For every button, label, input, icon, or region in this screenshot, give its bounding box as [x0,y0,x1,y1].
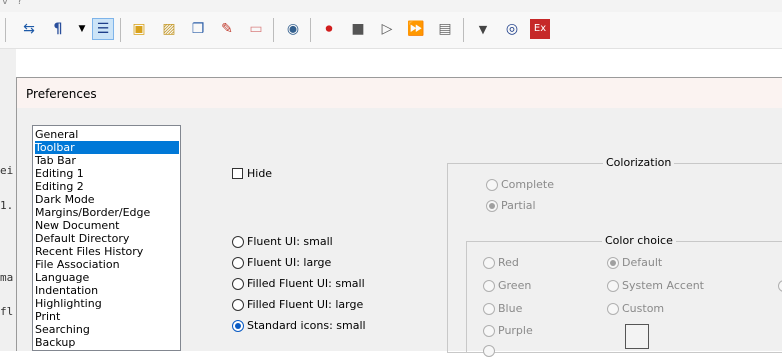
menu-fragment-1: v [2,0,8,7]
category-item[interactable]: Backup [35,336,179,349]
toolbar-separator [120,18,121,42]
category-item[interactable]: Print [35,310,179,323]
menu-fragment-2: ? [17,0,23,7]
color-radio-purple[interactable] [483,325,495,337]
chevron-down-icon[interactable]: ▼ [472,18,494,40]
custom-color-swatch[interactable] [625,324,649,349]
open-folder-icon[interactable]: ▣ [128,18,150,40]
colorization-option-label: Complete [501,178,555,191]
editor-line: 1. [0,199,14,212]
menu-strip: v ? [0,0,782,12]
image-icon[interactable]: ▨ [158,18,180,40]
color-radio-system-accent[interactable] [607,280,619,292]
icon-radio-filled-large[interactable] [232,299,244,311]
icon-option-label: Standard icons: small [247,319,366,332]
colorization-label: Colorization [603,156,675,169]
category-item[interactable]: Searching [35,323,179,336]
editor-line: fl [0,305,14,318]
pilcrow-icon[interactable]: ¶ [47,18,69,40]
toolbar-separator [463,18,464,42]
icon-option-label: Filled Fluent UI: small [247,277,365,290]
save-macro-icon[interactable]: ▤ [434,18,456,40]
category-item[interactable]: Tab Bar [35,154,179,167]
category-item[interactable]: Language [35,271,179,284]
color-option-label: Blue [498,302,523,315]
wrap-icon[interactable]: ⇆ [18,18,40,40]
color-radio-blue[interactable] [483,303,495,315]
icon-radio-fluent-small[interactable] [232,236,244,248]
main-toolbar: ⇆ ¶ ▼ ☰ ▣ ▨ ❐ ✎ ▭ ◉ ⏺ ■ ▷ ⏩ ▤ ▼ ◎ Ex [0,12,782,49]
category-item[interactable]: Editing 1 [35,167,179,180]
color-radio-custom[interactable] [607,303,619,315]
category-item[interactable]: Editing 2 [35,180,179,193]
color-radio-partial-row[interactable] [483,345,495,357]
exit-icon[interactable]: Ex [530,19,550,39]
category-item[interactable]: Indentation [35,284,179,297]
pdf-icon[interactable]: ✎ [216,18,238,40]
color-option-label: Red [498,256,519,269]
toolbar-separator [5,18,6,42]
dialog-titlebar [17,78,782,108]
category-item-selected[interactable]: Toolbar [35,141,179,154]
toolbar-separator [273,18,274,42]
category-list[interactable]: General Toolbar Tab Bar Editing 1 Editin… [32,125,181,351]
icon-option-label: Fluent UI: large [247,256,332,269]
color-option-label: Custom [622,302,665,315]
colorization-radio-partial[interactable] [486,200,498,212]
color-option-label: Green [498,279,532,292]
icon-radio-fluent-large[interactable] [232,257,244,269]
copy-icon[interactable]: ❐ [187,18,209,40]
eye-icon[interactable]: ◉ [282,18,304,40]
color-option-label: Purple [498,324,533,337]
folder-icon[interactable]: ▭ [245,18,267,40]
category-item[interactable]: Margins/Border/Edge [35,206,179,219]
color-radio-green[interactable] [483,280,495,292]
record-icon[interactable]: ⏺ [318,18,340,40]
editor-line: ma [0,271,14,284]
color-choice-label: Color choice [602,234,676,247]
category-item[interactable]: Highlighting [35,297,179,310]
hide-label: Hide [247,167,273,180]
dropdown-arrow-icon[interactable]: ▼ [71,18,93,40]
icon-radio-standard-small[interactable] [232,320,244,332]
category-item[interactable]: General [35,128,179,141]
category-item[interactable]: Default Directory [35,232,179,245]
colorization-option-label: Partial [501,199,536,212]
play-icon[interactable]: ▷ [376,18,398,40]
toolbar-separator [310,18,311,42]
fast-forward-icon[interactable]: ⏩ [405,18,427,40]
icon-radio-filled-small[interactable] [232,278,244,290]
indent-guide-icon[interactable]: ☰ [92,18,114,40]
color-radio-red[interactable] [483,257,495,269]
hide-checkbox[interactable] [232,168,243,179]
stop-icon[interactable]: ■ [347,18,369,40]
dialog-title: Preferences [26,87,97,101]
category-item[interactable]: Recent Files History [35,245,179,258]
globe-icon[interactable]: ◎ [501,18,523,40]
category-item[interactable]: Dark Mode [35,193,179,206]
icon-option-label: Fluent UI: small [247,235,333,248]
color-option-label: Default [622,256,663,269]
color-radio-default[interactable] [607,257,619,269]
editor-line: ei [0,164,14,177]
colorization-radio-complete[interactable] [486,179,498,191]
icon-option-label: Filled Fluent UI: large [247,298,364,311]
category-item[interactable]: File Association [35,258,179,271]
category-item[interactable]: New Document [35,219,179,232]
color-option-label: System Accent [622,279,704,292]
